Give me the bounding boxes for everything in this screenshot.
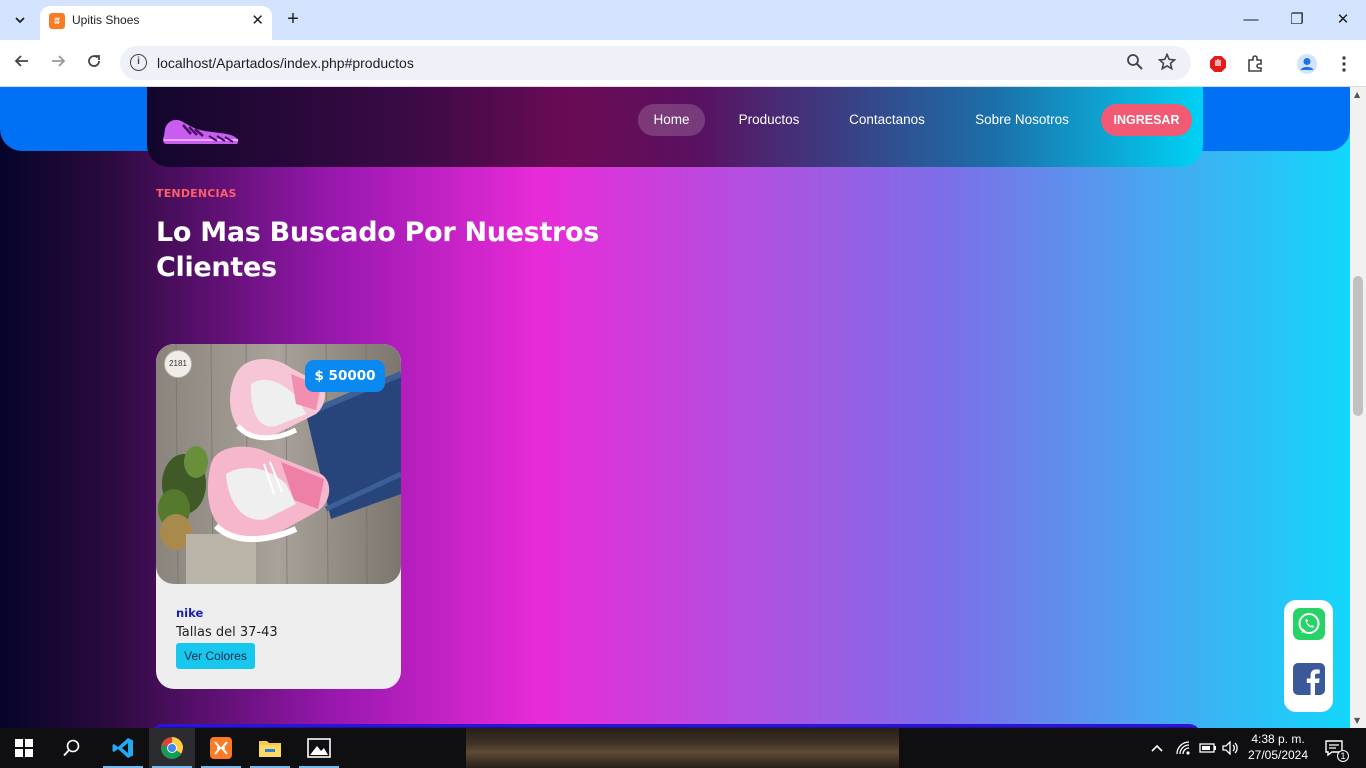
chevron-down-icon — [15, 17, 25, 24]
clock-date: 27/05/2024 — [1247, 748, 1309, 762]
show-hidden-icons-icon[interactable] — [1150, 728, 1164, 768]
social-floating-bar — [1284, 600, 1333, 712]
browser-titlebar: ʬ Upitis Shoes ✕ + — ❐ ✕ — [0, 0, 1366, 40]
nav-home[interactable]: Home — [638, 104, 705, 136]
address-bar[interactable]: i localhost/Apartados/index.php#producto… — [120, 46, 1191, 80]
product-card[interactable]: 2181 $ 50000 nike Tallas del 37-43 Ver C… — [156, 344, 401, 689]
xampp-icon[interactable] — [198, 728, 244, 768]
extensions-puzzle-icon[interactable] — [1243, 52, 1267, 76]
reload-button[interactable] — [82, 52, 106, 76]
tab-search-button[interactable] — [7, 8, 33, 32]
clock-time: 4:38 p. m. — [1251, 732, 1305, 746]
minimize-button[interactable]: — — [1228, 8, 1274, 32]
chrome-icon[interactable] — [149, 728, 195, 768]
login-button[interactable]: INGRESAR — [1101, 104, 1192, 136]
search-icon[interactable] — [49, 728, 95, 768]
tab-close-button[interactable]: ✕ — [251, 11, 264, 29]
tab-title: Upitis Shoes — [72, 13, 140, 27]
product-sizes: Tallas del 37-43 — [176, 625, 278, 640]
nav-contactanos[interactable]: Contactanos — [837, 104, 937, 136]
more-menu-icon[interactable] — [1332, 52, 1356, 76]
vscode-icon[interactable] — [100, 728, 146, 768]
arrow-left-icon — [14, 55, 28, 67]
page-viewport: Home Productos Contactanos Sobre Nosotro… — [0, 87, 1350, 728]
page-scrollbar[interactable]: ▲ ▼ — [1350, 87, 1366, 728]
close-window-button[interactable]: ✕ — [1320, 8, 1366, 32]
bookmark-star-icon[interactable] — [1157, 52, 1177, 76]
section-eyebrow: TENDENCIAS — [156, 187, 237, 200]
restore-button[interactable]: ❐ — [1274, 8, 1320, 32]
browser-tab-active[interactable]: ʬ Upitis Shoes ✕ — [40, 6, 272, 40]
scrollbar-thumb[interactable] — [1353, 276, 1363, 416]
sneaker-logo-icon[interactable] — [161, 113, 241, 151]
network-icon[interactable] — [1176, 728, 1192, 768]
whatsapp-icon[interactable] — [1293, 608, 1325, 644]
url-text[interactable]: localhost/Apartados/index.php#productos — [157, 55, 414, 71]
brand-badge: 2181 — [164, 350, 192, 378]
product-image[interactable]: 2181 $ 50000 — [156, 344, 401, 584]
taskbar-window-preview — [466, 728, 899, 768]
adblock-extension-icon[interactable] — [1206, 52, 1230, 76]
battery-icon[interactable] — [1199, 728, 1217, 768]
taskbar-clock[interactable]: 4:38 p. m. 27/05/2024 — [1238, 731, 1318, 763]
photos-icon[interactable] — [296, 728, 342, 768]
site-navbar: Home Productos Contactanos Sobre Nosotro… — [147, 87, 1203, 167]
zoom-icon[interactable] — [1126, 53, 1144, 76]
arrow-right-icon — [52, 55, 66, 67]
back-button[interactable] — [10, 52, 34, 76]
notification-count: 1 — [1337, 750, 1349, 762]
profile-avatar-icon[interactable] — [1295, 52, 1319, 76]
product-brand: nike — [176, 606, 204, 620]
browser-toolbar: i localhost/Apartados/index.php#producto… — [0, 40, 1366, 87]
file-explorer-icon[interactable] — [247, 728, 293, 768]
price-tag: $ 50000 — [305, 360, 385, 392]
ver-colores-button[interactable]: Ver Colores — [176, 643, 255, 669]
scroll-down-arrow-icon[interactable]: ▼ — [1354, 716, 1360, 725]
windows-taskbar: 4:38 p. m. 27/05/2024 1 — [0, 728, 1366, 768]
xampp-favicon-icon: ʬ — [49, 13, 65, 29]
section-title: Lo Mas Buscado Por Nuestros Clientes — [156, 217, 600, 283]
nav-sobre-nosotros[interactable]: Sobre Nosotros — [967, 104, 1077, 136]
new-tab-button[interactable]: + — [282, 7, 304, 31]
facebook-icon[interactable] — [1293, 663, 1325, 699]
reload-icon — [88, 55, 100, 67]
notifications-icon[interactable]: 1 — [1324, 728, 1349, 768]
windows-start-icon[interactable] — [1, 728, 47, 768]
nav-productos[interactable]: Productos — [727, 104, 811, 136]
forward-button[interactable] — [46, 52, 70, 76]
scroll-up-arrow-icon[interactable]: ▲ — [1354, 90, 1360, 99]
site-info-icon[interactable]: i — [130, 54, 147, 71]
